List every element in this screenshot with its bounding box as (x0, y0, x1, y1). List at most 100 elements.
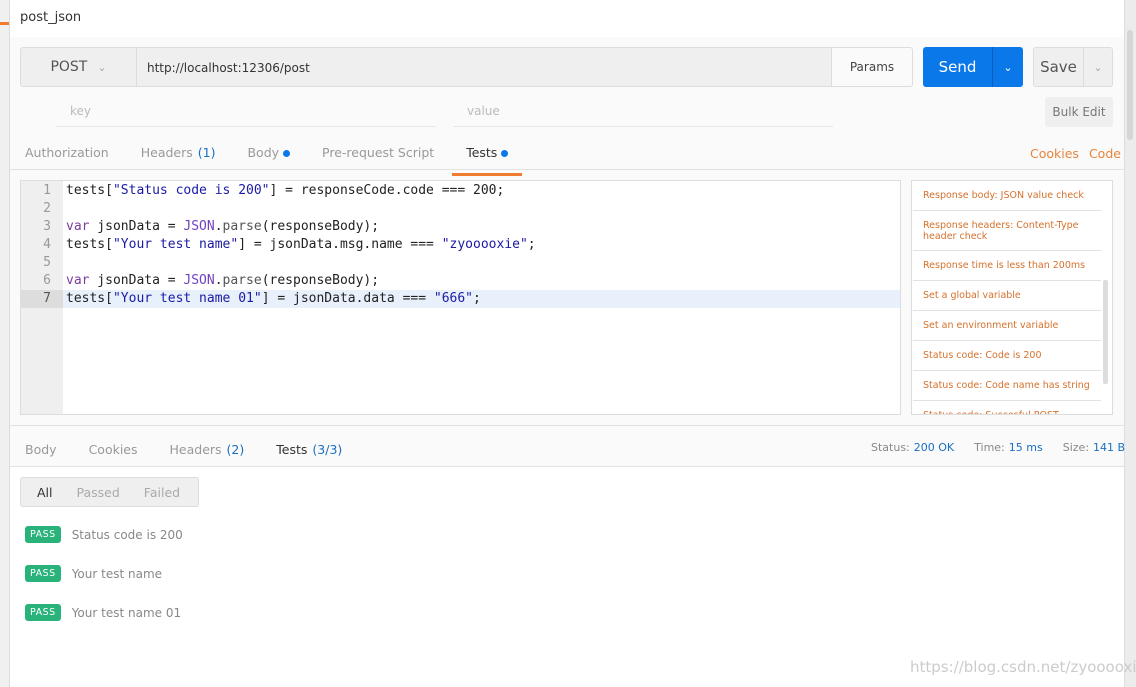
time-label: Time: (974, 441, 1005, 454)
code-text: tests["Your test name"] = jsonData.msg.n… (66, 236, 536, 254)
code-token: . (214, 219, 223, 234)
line-number: 3 (43, 219, 51, 234)
watermark: https://blog.csdn.net/zyooooxie (910, 658, 1136, 676)
tab-label: Tests (276, 442, 308, 457)
cookies-link[interactable]: Cookies (1030, 146, 1079, 161)
chevron-down-icon: ⌄ (97, 60, 107, 74)
test-name: Your test name (71, 566, 163, 581)
window-scrollbar-thumb[interactable] (1127, 30, 1133, 140)
code-line[interactable]: 5 (21, 254, 900, 272)
tab-headers[interactable]: Headers (1) (141, 145, 216, 168)
snippet-item[interactable]: Status code: Succesful POST (913, 401, 1101, 414)
bulk-edit-button[interactable]: Bulk Edit (1045, 97, 1113, 127)
snippet-item[interactable]: Status code: Code is 200 (913, 341, 1101, 371)
send-label[interactable]: Send (923, 47, 993, 87)
code-token: "Status code is 200" (112, 183, 270, 198)
code-token: tests[ (66, 183, 113, 198)
snippet-item[interactable]: Status code: Code name has string (913, 371, 1101, 401)
tab-count: (3/3) (312, 442, 343, 457)
tab-label: Body (247, 145, 280, 160)
line-number: 7 (21, 290, 63, 308)
send-button[interactable]: Send ⌄ (923, 47, 1023, 87)
tab-count: (1) (197, 145, 216, 160)
tab-tests[interactable]: Tests (452, 145, 523, 176)
divider (10, 169, 1124, 170)
sidebar-active-marker (0, 22, 9, 25)
snippet-item[interactable]: Set an environment variable (913, 311, 1101, 341)
code-line[interactable]: 4 tests["Your test name"] = jsonData.msg.… (21, 236, 900, 254)
status-value: 200 OK (913, 441, 955, 454)
tab-title-bar (10, 0, 1124, 37)
tab-pre-request-script[interactable]: Pre-request Script (322, 145, 434, 168)
param-key-input[interactable]: key (56, 100, 436, 127)
size-label: Size: (1062, 441, 1090, 454)
url-input[interactable]: http://localhost:12306/post (136, 47, 832, 87)
filter-passed[interactable]: Passed (77, 485, 120, 500)
tab-body[interactable]: Body (25, 442, 57, 465)
tab-headers[interactable]: Headers (2) (170, 442, 245, 465)
code-token: JSON (183, 273, 215, 288)
tab-cookies[interactable]: Cookies (89, 442, 138, 465)
code-token: parse (222, 219, 262, 234)
code-token: "Your test name" (112, 237, 239, 252)
code-text: tests["Your test name 01"] = jsonData.da… (66, 290, 481, 308)
tab-label: Tests (466, 145, 498, 160)
tab-tests[interactable]: Tests (3/3) (262, 442, 357, 473)
line-number: 1 (43, 183, 51, 198)
response-meta: Status: 200 OK Time: 15 ms Size: 141 B (871, 441, 1125, 454)
code-token: ] = responseCode.code === 200; (269, 183, 505, 198)
save-label[interactable]: Save (1034, 48, 1084, 86)
line-number: 4 (43, 237, 51, 252)
method-select[interactable]: POST ⌄ (20, 47, 137, 87)
modified-dot-icon (283, 150, 291, 157)
size-value: 141 B (1093, 441, 1126, 454)
code-token: tests[ (66, 237, 113, 252)
pass-badge: PASS (25, 526, 61, 543)
snippet-item[interactable]: Response time is less than 200ms (913, 251, 1101, 281)
code-line[interactable]: 6 var jsonData = JSON.parse(responseBody)… (21, 272, 900, 290)
filter-all[interactable]: All (37, 485, 53, 500)
code-token: . (214, 273, 223, 288)
code-line[interactable]: 3 var jsonData = JSON.parse(responseBody)… (21, 218, 900, 236)
tab-label: Cookies (88, 442, 138, 457)
snippet-item[interactable]: Response headers: Content-Type header ch… (913, 211, 1101, 251)
snippet-item[interactable]: Response body: JSON value check (913, 181, 1101, 211)
code-token: jsonData = (89, 219, 184, 234)
tests-code-editor[interactable]: 1 tests["Status code is 200"] = responseC… (20, 180, 901, 415)
request-tabs: Authorization Headers (1) Body Pre-request S… (25, 145, 540, 176)
params-button[interactable]: Params (831, 47, 913, 87)
tab-body[interactable]: Body (247, 145, 291, 168)
code-text: var jsonData = JSON.parse(responseBody); (66, 218, 379, 236)
method-value: POST (50, 59, 88, 75)
response-tabs: Body Cookies Headers (2) Tests (3/3) (25, 442, 374, 473)
tab-label: Authorization (25, 145, 109, 160)
chevron-down-icon[interactable]: ⌄ (1084, 48, 1112, 86)
test-result: PASS Your test name 01 (25, 604, 181, 621)
tab-label: Headers (140, 145, 193, 160)
code-link[interactable]: Code (1089, 146, 1121, 161)
code-token: ; (473, 291, 481, 306)
code-line[interactable]: 1 tests["Status code is 200"] = responseC… (21, 182, 900, 200)
line-number: 5 (43, 255, 51, 270)
code-line[interactable]: 7 tests["Your test name 01"] = jsonData.d… (21, 290, 900, 308)
line-number: 6 (43, 273, 51, 288)
modified-dot-icon (501, 150, 509, 157)
chevron-down-icon[interactable]: ⌄ (993, 47, 1023, 87)
tab-label: Pre-request Script (322, 145, 435, 160)
code-token: "zyooooxie" (441, 237, 528, 252)
param-value-input[interactable]: value (453, 100, 833, 127)
snippets-scrollbar[interactable] (1103, 280, 1108, 384)
code-token: "666" (433, 291, 474, 306)
test-name: Your test name 01 (71, 605, 182, 620)
code-text: tests["Status code is 200"] = responseCo… (66, 182, 504, 200)
code-text: var jsonData = JSON.parse(responseBody); (66, 272, 379, 290)
filter-failed[interactable]: Failed (144, 485, 180, 500)
code-line[interactable]: 2 (21, 200, 900, 218)
code-token: (responseBody); (261, 219, 380, 234)
snippet-item[interactable]: Set a global variable (913, 281, 1101, 311)
tab-authorization[interactable]: Authorization (25, 145, 109, 168)
sidebar-edge (0, 0, 10, 687)
save-button[interactable]: Save ⌄ (1033, 47, 1113, 87)
code-token: "Your test name 01" (112, 291, 262, 306)
code-token: parse (222, 273, 262, 288)
